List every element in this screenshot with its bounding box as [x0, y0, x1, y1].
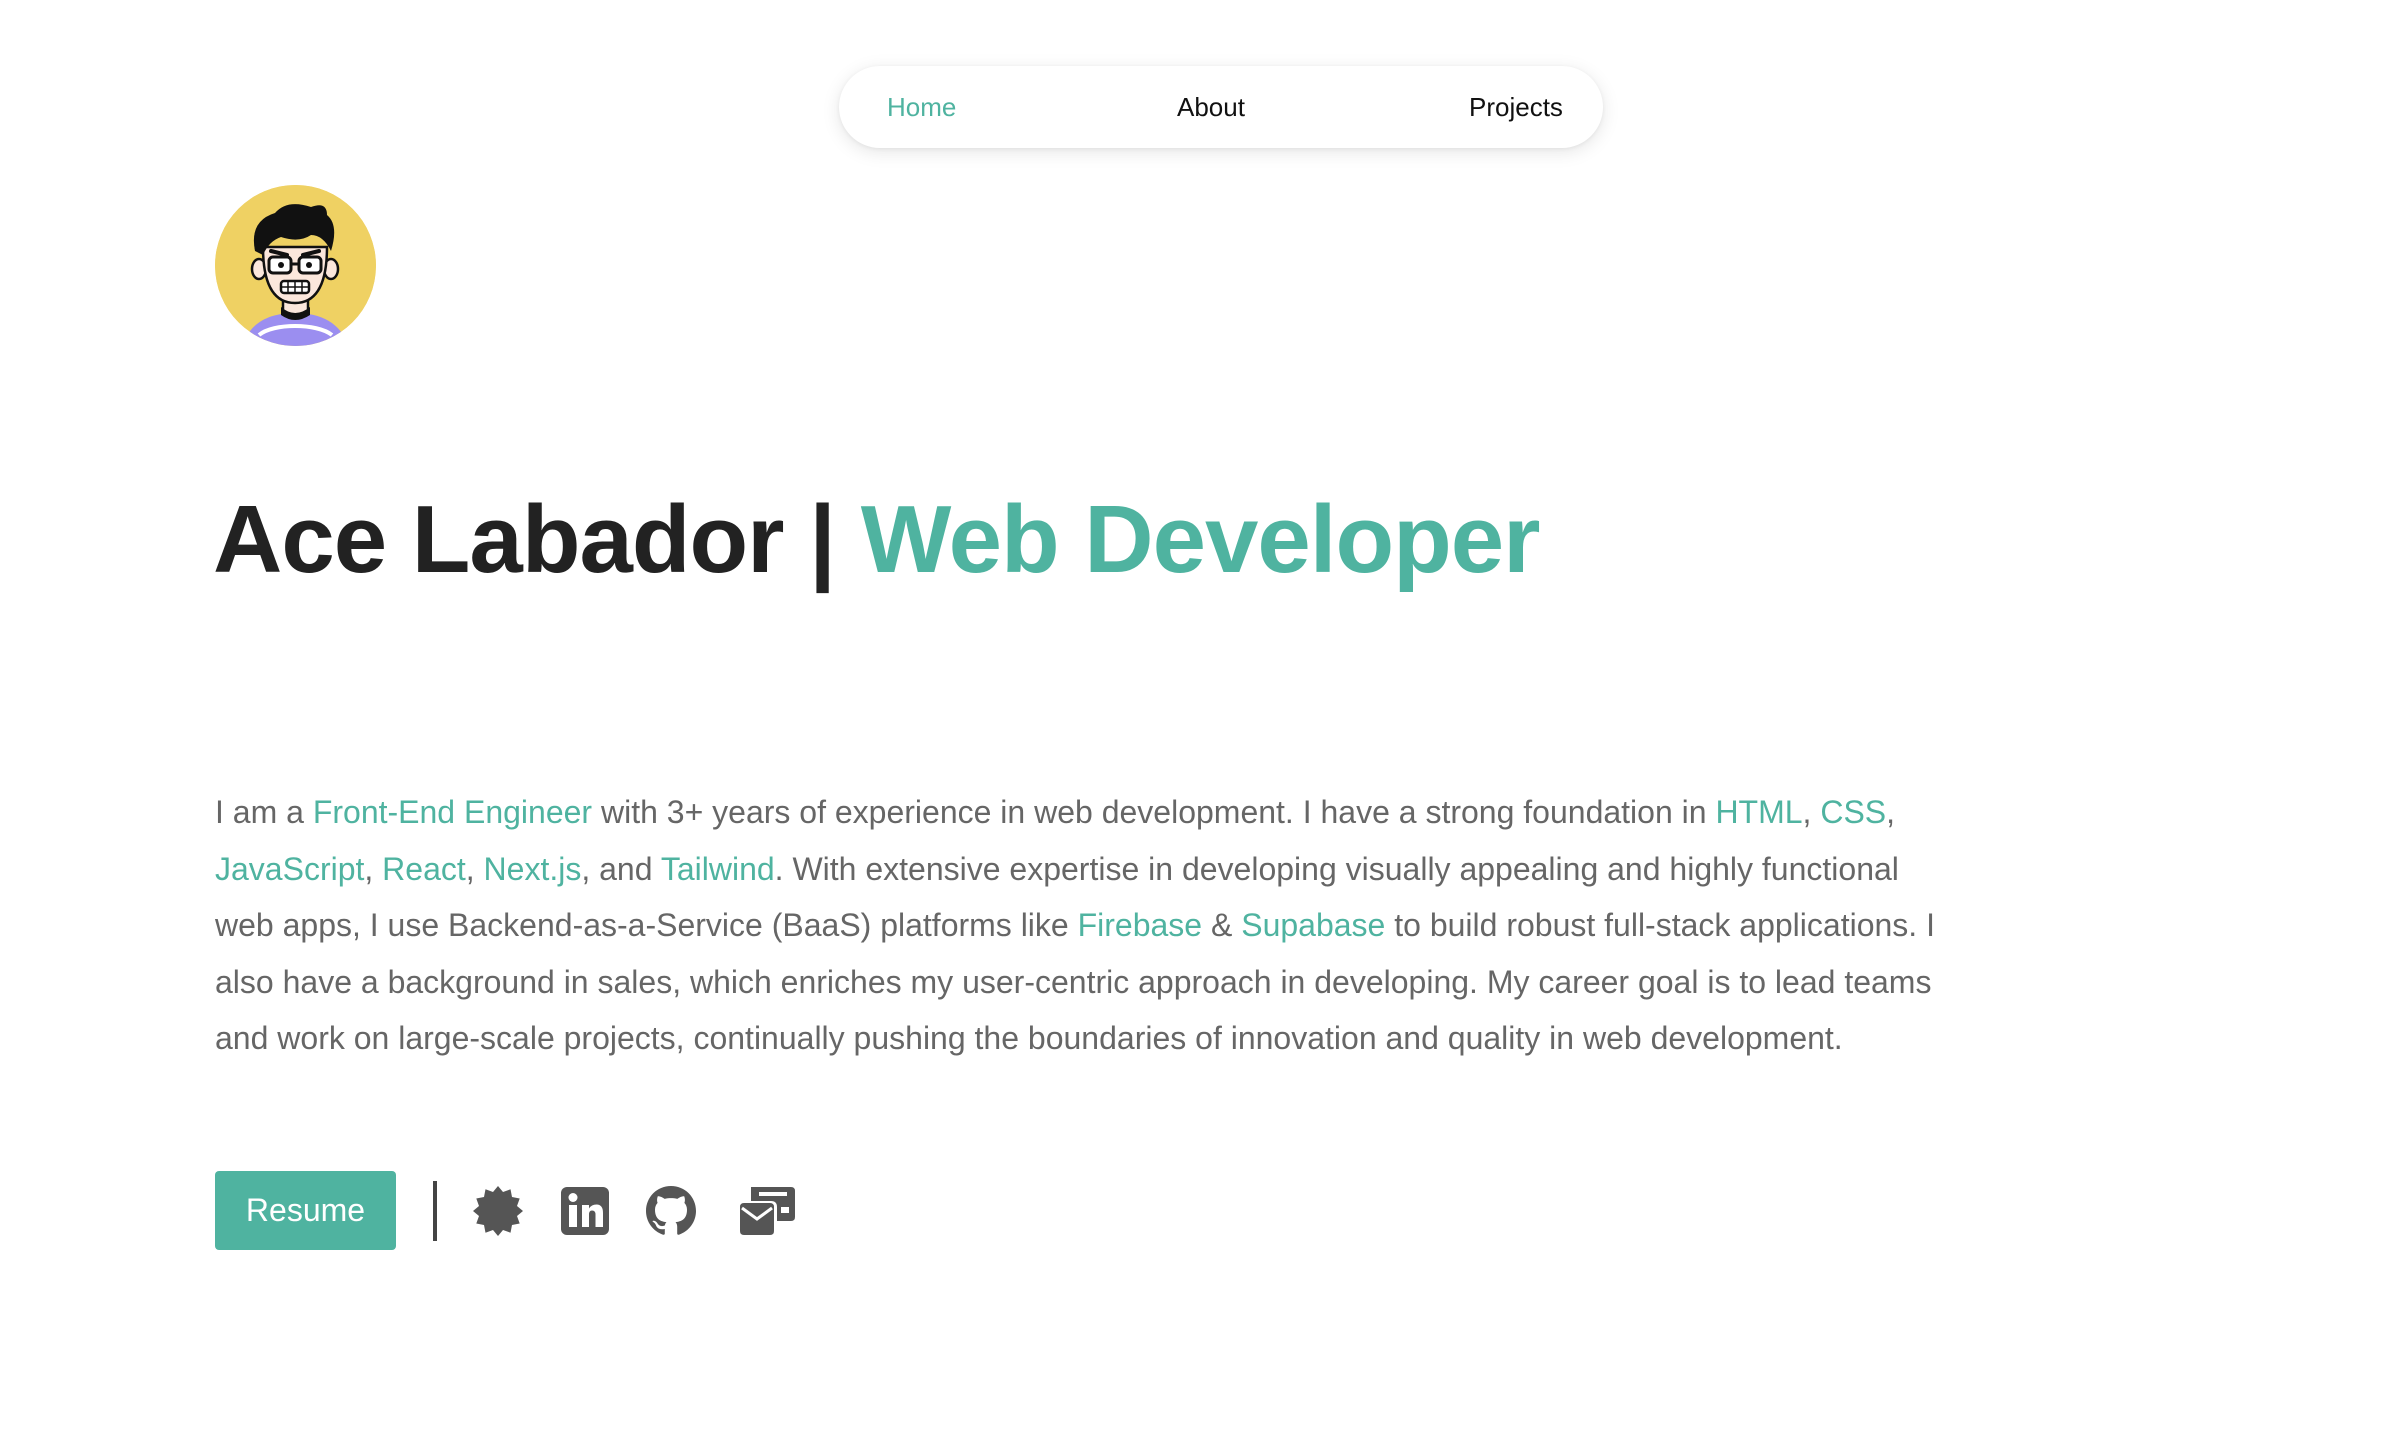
bio-text: , [465, 850, 484, 887]
bio-text: , [1802, 794, 1821, 830]
bio-highlight: Supabase [1241, 907, 1386, 943]
bio-text: & [1202, 907, 1242, 943]
bio-highlight: Firebase [1077, 907, 1203, 943]
bio-text: I am a [215, 794, 313, 830]
top-nav: Home About Projects [839, 66, 1603, 148]
page-title: Ace Labador | Web Developer [213, 480, 1541, 600]
bio-highlight: HTML [1715, 794, 1803, 830]
bio-highlight: CSS [1820, 794, 1887, 830]
nav-about-link[interactable]: About [1177, 66, 1245, 148]
bio-text: , [364, 850, 383, 887]
bio-highlight: React [382, 850, 466, 887]
mail-icon[interactable] [737, 1183, 795, 1239]
github-icon[interactable] [643, 1183, 699, 1239]
cartoon-avatar-icon [215, 185, 376, 346]
bio-text: with 3+ years of experience in web devel… [592, 794, 1716, 830]
badge-icon[interactable] [470, 1183, 526, 1239]
divider [433, 1181, 437, 1241]
hero-separator: | [783, 486, 861, 593]
nav-home-link[interactable]: Home [887, 66, 956, 148]
linkedin-icon[interactable] [557, 1183, 613, 1239]
bio-text: , [1886, 794, 1896, 830]
bio-highlight: JavaScript [215, 850, 365, 887]
bio-paragraph: I am a Front-End Engineer with 3+ years … [215, 784, 1945, 1067]
bio-highlight: Front-End Engineer [312, 794, 593, 830]
bio-highlight: Next.js [483, 850, 582, 887]
resume-button[interactable]: Resume [215, 1171, 396, 1250]
avatar [215, 185, 376, 346]
bio-text: , and [581, 850, 661, 887]
bio-highlight: Tailwind [660, 850, 775, 887]
nav-projects-link[interactable]: Projects [1469, 66, 1563, 148]
hero-name: Ace Labador [213, 486, 784, 593]
hero-role: Web Developer [860, 486, 1541, 593]
